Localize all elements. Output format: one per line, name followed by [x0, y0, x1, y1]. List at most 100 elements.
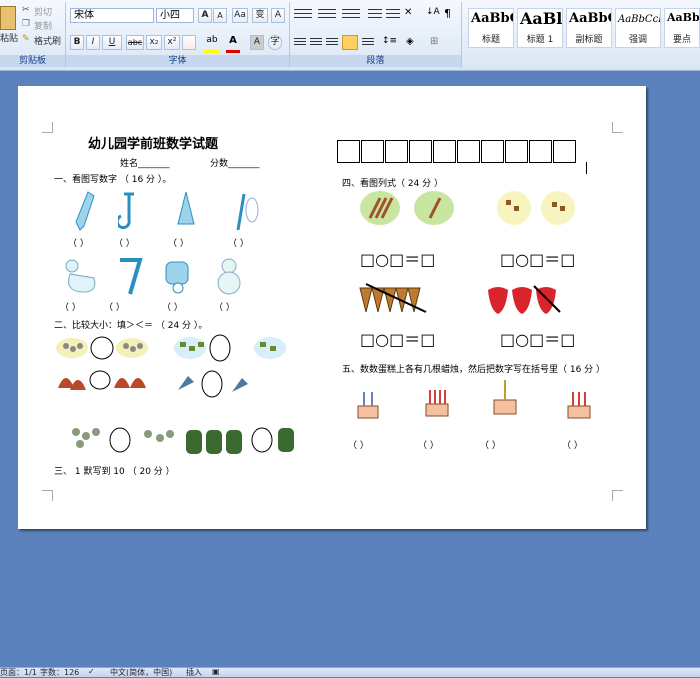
shading-icon[interactable]: ◈ — [406, 36, 424, 48]
line-spacing-icon[interactable]: ↕≡ — [382, 36, 400, 48]
answer-box-row[interactable] — [337, 140, 577, 163]
name-field: 姓名_______ — [120, 159, 170, 169]
cake-icon — [567, 392, 591, 419]
decrease-indent-icon[interactable] — [368, 9, 382, 21]
scissors-icon[interactable]: ✂ — [22, 5, 30, 15]
distributed-icon[interactable] — [362, 38, 374, 47]
shrink-font-button[interactable]: A — [213, 8, 227, 23]
duck-icon — [65, 259, 96, 293]
char-border-button[interactable]: A — [271, 8, 285, 23]
change-case-button[interactable]: Aa — [232, 8, 248, 23]
format-painter-button[interactable]: 格式刷 — [34, 34, 61, 47]
answer-bracket[interactable]: （ ） — [68, 236, 89, 249]
highlight-icon[interactable]: ab — [204, 35, 220, 53]
question-1: 一、看图写数字 （ 16 分 ）。 — [54, 175, 172, 185]
style-emphasis[interactable]: AaBbCcDı 强调 — [615, 8, 661, 48]
compare-group — [186, 427, 294, 454]
copy-button[interactable]: 复制 — [34, 19, 52, 32]
font-color-icon[interactable]: A — [226, 35, 240, 53]
multilevel-icon[interactable] — [342, 9, 360, 21]
style-key-points[interactable]: AaBbC 要点 — [664, 8, 700, 48]
question-5: 五、数数蛋糕上各有几根蜡烛，然后把数字写在括号里（ 16 分 ） — [342, 365, 606, 375]
question-3: 三、 1 默写到 10 （ 20 分 ） — [54, 467, 175, 477]
equation[interactable]: □○□＝□ — [360, 246, 435, 270]
pencil-icon — [75, 191, 95, 231]
answer-bracket[interactable]: （ ） — [562, 438, 583, 451]
answer-bracket[interactable]: （ ） — [228, 236, 249, 249]
page-count[interactable]: 页面：1/1 — [0, 667, 37, 678]
strike-button[interactable]: abc — [126, 35, 144, 50]
icecream-group — [359, 283, 427, 313]
word-count[interactable]: 字数：126 — [40, 667, 79, 678]
clipboard-group-label: 剪贴板 — [0, 55, 65, 67]
language-indicator[interactable]: 中文(简体，中国) — [110, 667, 172, 678]
answer-bracket[interactable]: （ ） — [60, 300, 81, 313]
question-4: 四、看图列式（ 24 分 ） — [342, 179, 444, 189]
bold-button[interactable]: B — [70, 35, 84, 50]
margin-mark-tr — [612, 122, 623, 133]
chinese-layout-icon[interactable]: ✕ — [404, 7, 422, 22]
style-subtitle[interactable]: AaBbC 副标题 — [566, 8, 612, 48]
underline-button[interactable]: U — [102, 35, 122, 50]
font-size-combo[interactable]: 小四 — [156, 8, 194, 23]
clear-format-icon[interactable] — [182, 35, 196, 50]
grow-font-button[interactable]: A — [198, 8, 212, 23]
answer-bracket[interactable]: （ ） — [114, 236, 135, 249]
flag-seven-icon — [120, 258, 143, 295]
phonetic-button[interactable]: 变 — [252, 8, 268, 23]
answer-bracket[interactable]: （ ） — [162, 300, 183, 313]
cake-icon — [425, 390, 449, 417]
answer-bracket[interactable]: （ ） — [214, 300, 235, 313]
numbering-icon[interactable] — [318, 9, 336, 21]
equation[interactable]: □○□＝□ — [360, 326, 435, 350]
cut-button[interactable]: 剪切 — [34, 5, 52, 18]
score-field: 分数_______ — [210, 159, 260, 169]
paste-icon[interactable] — [0, 6, 16, 30]
align-left-icon[interactable] — [294, 38, 306, 47]
insert-mode[interactable]: 插入 — [186, 667, 202, 678]
answer-bracket[interactable]: （ ） — [348, 438, 369, 451]
enclose-char-icon[interactable]: 字 — [268, 35, 282, 50]
compare-group — [174, 334, 286, 362]
styles-group: AaBbC 标题 AaBl 标题 1 AaBbC 副标题 AaBbCcDı 强调… — [462, 2, 700, 68]
increase-indent-icon[interactable] — [386, 9, 400, 21]
answer-bracket[interactable]: （ ） — [418, 438, 439, 451]
superscript-button[interactable]: x² — [164, 35, 180, 50]
proofing-icon[interactable]: ✓ — [88, 667, 95, 676]
margin-mark-tl — [42, 122, 53, 133]
cake-icon — [493, 380, 517, 415]
copy-icon[interactable]: ❐ — [22, 19, 30, 29]
whistle-icon — [165, 261, 189, 294]
borders-icon[interactable]: ⊞ — [430, 36, 448, 48]
paste-button[interactable]: 粘贴 — [0, 31, 18, 44]
answer-bracket[interactable]: （ ） — [480, 438, 501, 451]
equation[interactable]: □○□＝□ — [500, 326, 575, 350]
bullets-icon[interactable] — [294, 9, 312, 21]
paragraph-group-label: 段落 — [290, 55, 461, 67]
brush-icon[interactable]: ✎ — [22, 34, 30, 44]
justify-icon[interactable] — [342, 35, 358, 50]
sort-icon[interactable]: ↓A — [426, 7, 440, 22]
align-center-icon[interactable] — [310, 38, 322, 47]
macro-icon[interactable]: ▣ — [212, 667, 220, 676]
answer-bracket[interactable]: （ ） — [104, 300, 125, 313]
compare-group — [58, 370, 146, 390]
gourd-icon — [217, 258, 241, 295]
margin-mark-bl — [42, 490, 53, 501]
equation[interactable]: □○□＝□ — [500, 246, 575, 270]
text-cursor — [586, 162, 587, 174]
pencils-group — [360, 191, 454, 225]
italic-button[interactable]: I — [86, 35, 100, 50]
font-name-combo[interactable]: 宋体 — [70, 8, 154, 23]
char-shading-icon[interactable]: A — [250, 35, 264, 50]
align-right-icon[interactable] — [326, 38, 338, 47]
style-heading-1[interactable]: AaBl 标题 1 — [517, 8, 563, 48]
subscript-button[interactable]: x₂ — [146, 35, 162, 50]
margin-mark-br — [612, 490, 623, 501]
answer-bracket[interactable]: （ ） — [168, 236, 189, 249]
style-title[interactable]: AaBbC 标题 — [468, 8, 514, 48]
pilcrow-icon[interactable]: ¶ — [444, 7, 458, 22]
page-title: 幼儿园学前班数学试题 — [88, 137, 219, 152]
document-page[interactable]: 幼儿园学前班数学试题 姓名_______ 分数_______ 一、看图写数字 （… — [18, 86, 646, 529]
candy-group — [497, 191, 575, 225]
